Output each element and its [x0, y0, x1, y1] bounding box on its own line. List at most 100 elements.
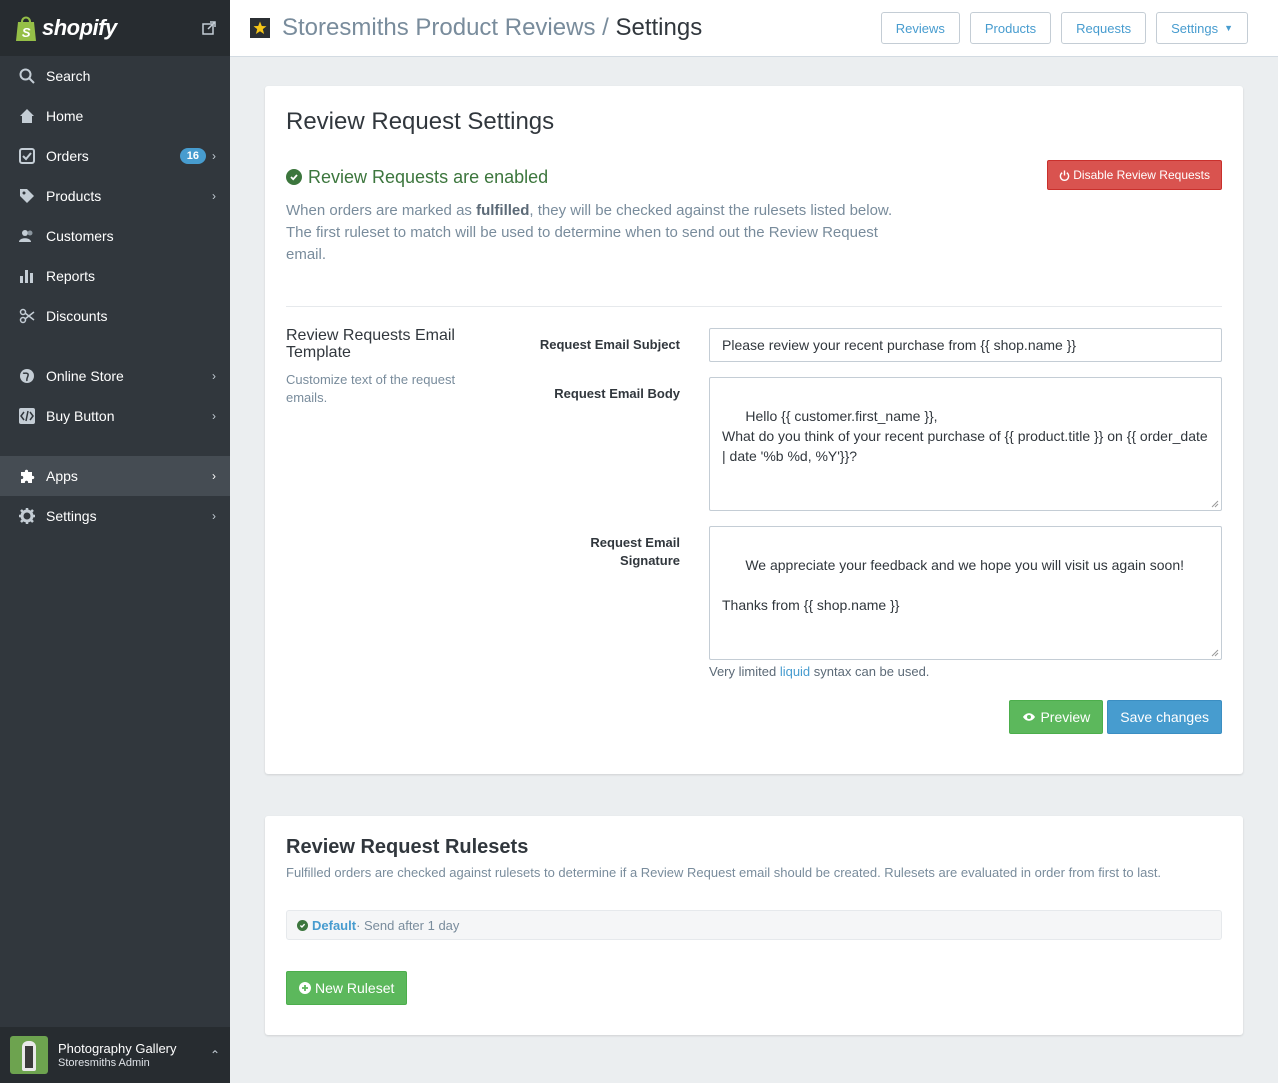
sidebar-item-discounts[interactable]: Discounts: [0, 296, 230, 336]
form-actions: Preview Save changes: [1009, 700, 1222, 734]
review-request-rulesets-card: Review Request Rulesets Fulfilled orders…: [265, 816, 1243, 1035]
sidebar-item-label: Orders: [46, 148, 89, 164]
top-bar: Storesmiths Product Reviews / Settings R…: [230, 0, 1278, 57]
store-name: Photography Gallery: [58, 1041, 177, 1056]
preview-button-label: Preview: [1040, 709, 1091, 725]
eye-icon: [1023, 713, 1036, 721]
ruleset-detail: · Send after 1 day: [356, 917, 460, 933]
sidebar-item-orders[interactable]: Orders 16 ›: [0, 136, 230, 176]
rulesets-title: Review Request Rulesets: [286, 836, 529, 858]
requests-button[interactable]: Requests: [1061, 12, 1147, 44]
sidebar-item-buy-button[interactable]: Buy Button ›: [0, 396, 230, 436]
tag-icon: [18, 187, 36, 205]
signature-label-line-1: Request Email: [590, 535, 680, 550]
settings-dropdown-button[interactable]: Settings ▼: [1156, 12, 1248, 44]
sidebar-item-label: Reports: [46, 268, 96, 284]
chevron-right-icon: ›: [212, 369, 216, 383]
resize-handle-icon[interactable]: [1211, 649, 1219, 657]
chevron-right-icon: ›: [212, 509, 216, 523]
disable-review-requests-button[interactable]: Disable Review Requests: [1047, 160, 1222, 190]
sidebar-item-label: Customers: [46, 228, 114, 244]
sidebar-item-label: Buy Button: [46, 408, 115, 424]
store-switcher[interactable]: Photography Gallery Storesmiths Admin ⌃: [0, 1027, 230, 1083]
new-ruleset-label: New Ruleset: [315, 980, 395, 996]
store-info: Photography Gallery Storesmiths Admin: [58, 1041, 177, 1069]
store-avatar: [10, 1036, 48, 1074]
sidebar-item-search[interactable]: Search: [0, 56, 230, 96]
save-changes-button[interactable]: Save changes: [1107, 700, 1222, 734]
brand-name: shopify: [42, 15, 117, 40]
rulesets-description: Fulfilled orders are checked against rul…: [286, 865, 1162, 880]
power-icon: [1060, 169, 1070, 181]
breadcrumb-separator: /: [595, 14, 616, 41]
gear-icon: [18, 507, 36, 525]
page-title: Settings: [615, 14, 703, 41]
liquid-link[interactable]: liquid: [780, 664, 810, 679]
desc-part-1: When orders are marked as: [286, 202, 477, 219]
search-icon: [18, 67, 36, 85]
sidebar-header: S shopify: [0, 0, 230, 56]
sidebar-item-label: Products: [46, 188, 102, 204]
enabled-status-text: Review Requests are enabled: [308, 166, 549, 187]
sidebar: S shopify Search Home Orders 16 › Produc…: [0, 0, 230, 1083]
sidebar-item-products[interactable]: Products ›: [0, 176, 230, 216]
chevron-right-icon: ›: [212, 469, 216, 483]
sidebar-item-online-store[interactable]: Online Store ›: [0, 356, 230, 396]
chevron-right-icon: ›: [212, 149, 216, 163]
template-section-title: Review Requests Email Template: [286, 327, 455, 361]
store-subtitle: Storesmiths Admin: [58, 1057, 150, 1069]
puzzle-icon: [18, 467, 36, 485]
body-label: Request Email Body: [554, 386, 680, 401]
sidebar-item-label: Discounts: [46, 308, 108, 324]
subject-input[interactable]: Please review your recent purchase from …: [709, 328, 1222, 362]
header-actions: Reviews Products Requests Settings ▼: [880, 12, 1248, 44]
shopify-logo[interactable]: S shopify: [14, 14, 117, 42]
body-textarea[interactable]: Hello {{ customer.first_name }}, What do…: [709, 377, 1222, 511]
ruleset-row[interactable]: Default · Send after 1 day: [286, 910, 1222, 940]
breadcrumb-app-link[interactable]: Storesmiths Product Reviews: [282, 14, 595, 41]
hint-part-1: Very limited: [709, 664, 780, 679]
customers-icon: [18, 227, 36, 245]
desc-fulfilled: fulfilled: [476, 202, 530, 219]
products-button[interactable]: Products: [969, 12, 1052, 44]
sidebar-item-home[interactable]: Home: [0, 96, 230, 136]
template-section-subtitle: Customize text of the request emails.: [286, 372, 456, 405]
avatar-figure-detail: [25, 1046, 33, 1068]
review-request-settings-card: Review Request Settings Review Requests …: [265, 86, 1243, 774]
body-textarea-value: Hello {{ customer.first_name }}, What do…: [722, 408, 1208, 464]
sidebar-item-customers[interactable]: Customers: [0, 216, 230, 256]
chevron-right-icon: ›: [212, 409, 216, 423]
home-icon: [18, 107, 36, 125]
settings-dropdown-label: Settings: [1171, 20, 1219, 36]
globe-icon: [18, 367, 36, 385]
new-ruleset-button[interactable]: New Ruleset: [286, 971, 408, 1005]
sidebar-item-settings[interactable]: Settings ›: [0, 496, 230, 536]
enabled-status: Review Requests are enabled: [286, 167, 548, 188]
disable-button-label: Disable Review Requests: [1073, 168, 1210, 182]
code-icon: [18, 407, 36, 425]
sidebar-item-label: Apps: [46, 468, 78, 484]
signature-label-line-2: Signature: [620, 553, 680, 568]
liquid-hint: Very limited liquid syntax can be used.: [709, 664, 929, 679]
ruleset-name-link[interactable]: Default: [312, 918, 356, 933]
sidebar-item-label: Settings: [46, 508, 97, 524]
resize-handle-icon[interactable]: [1211, 500, 1219, 508]
card-title: Review Request Settings: [286, 108, 555, 135]
orders-count-badge: 16: [179, 148, 206, 164]
sidebar-nav: Search Home Orders 16 › Products › Custo…: [0, 56, 230, 536]
sidebar-spacer: [0, 336, 230, 356]
signature-textarea[interactable]: We appreciate your feedback and we hope …: [709, 526, 1222, 660]
preview-button[interactable]: Preview: [1009, 700, 1104, 734]
bar-chart-icon: [18, 267, 36, 285]
star-icon: [250, 18, 270, 38]
sidebar-item-reports[interactable]: Reports: [0, 256, 230, 296]
orders-icon: [18, 147, 36, 165]
sidebar-item-label: Home: [46, 108, 84, 124]
signature-label: Request Email Signature: [590, 534, 680, 570]
signature-textarea-value: We appreciate your feedback and we hope …: [722, 557, 1185, 613]
hint-part-2: syntax can be used.: [810, 664, 930, 679]
svg-text:S: S: [22, 25, 31, 40]
sidebar-item-apps[interactable]: Apps ›: [0, 456, 230, 496]
reviews-button[interactable]: Reviews: [880, 12, 960, 44]
external-link-icon[interactable]: [202, 21, 216, 35]
